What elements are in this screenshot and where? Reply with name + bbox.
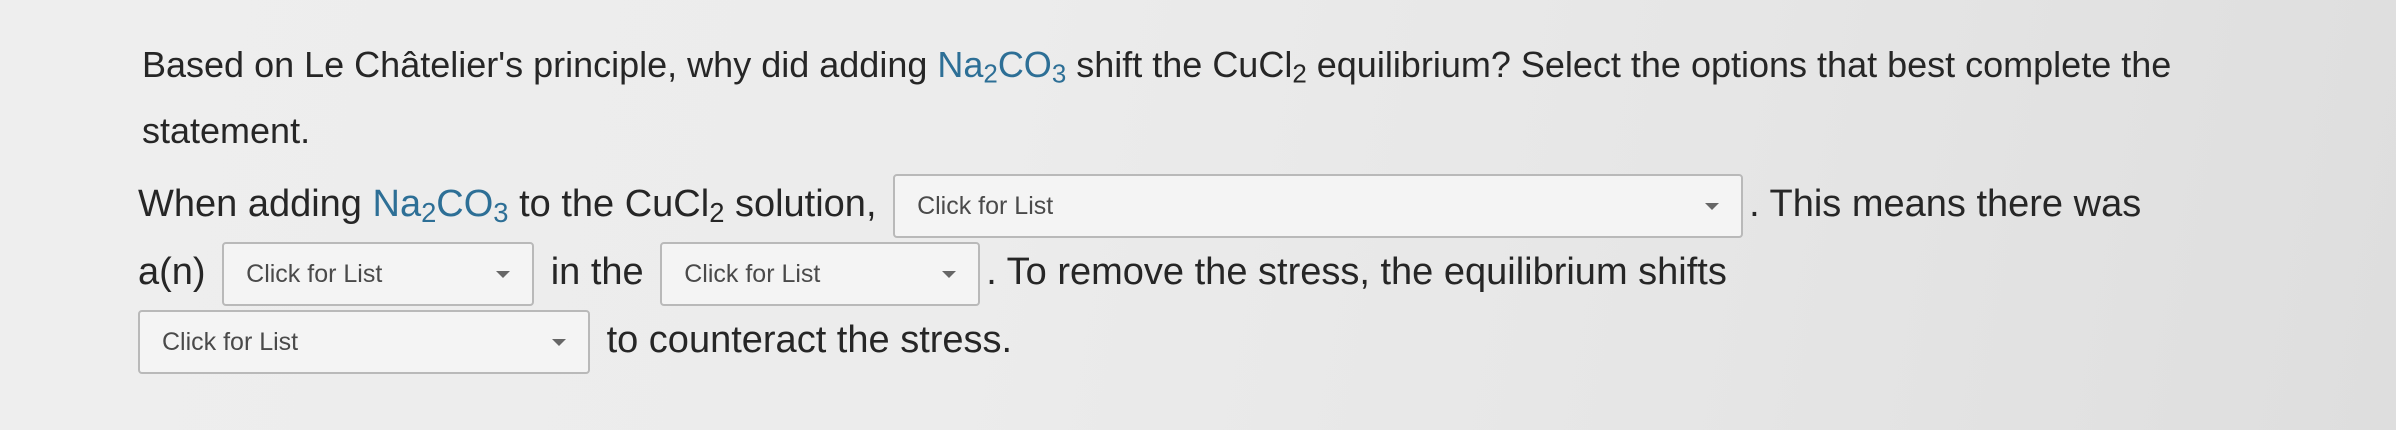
statement-line-1: When adding Na2CO3 to the CuCl2 solution… — [138, 170, 2358, 238]
dropdown-3-label: Click for List — [684, 259, 821, 288]
chem-formula-na2co3: Na2CO3 — [372, 183, 509, 229]
dropdown-2[interactable]: Click for List — [222, 241, 535, 306]
chevron-down-icon — [552, 338, 566, 346]
statement-text-5: a(n) — [138, 251, 206, 293]
chem-formula-cucl2: CuCl2 — [1212, 44, 1307, 89]
dropdown-2-label: Click for List — [246, 259, 383, 288]
statement-text-3: solution, — [724, 183, 877, 225]
dropdown-4[interactable]: Click for List — [138, 309, 590, 374]
chem-formula-na2co3: Na2CO3 — [937, 44, 1067, 89]
statement-text-6: in the — [550, 251, 644, 293]
statement-text-7: . To remove the stress, the equilibrium … — [986, 251, 1727, 293]
chem-formula-cucl2: CuCl2 — [624, 183, 725, 229]
chevron-down-icon — [942, 270, 957, 278]
statement-text-4: . This means there was — [1749, 183, 2142, 225]
dropdown-3[interactable]: Click for List — [660, 241, 981, 306]
statement-text-1: When adding — [138, 183, 373, 225]
statement-line-2: a(n) Click for List in the Click for Lis… — [138, 238, 2358, 306]
question-text-2: shift the — [1066, 44, 1213, 85]
question-text-1: Based on Le Châtelier's principle, why d… — [142, 44, 938, 85]
dropdown-1-label: Click for List — [917, 191, 1054, 220]
statement-line-3: Click for List to counteract the stress. — [138, 306, 2358, 374]
dropdown-4-label: Click for List — [162, 327, 299, 356]
statement-text-2: to the — [508, 183, 625, 225]
chevron-down-icon — [1705, 202, 1720, 210]
question-prompt: Based on Le Châtelier's principle, why d… — [142, 32, 2222, 164]
fill-in-statement: When adding Na2CO3 to the CuCl2 solution… — [138, 170, 2358, 374]
dropdown-1[interactable]: Click for List — [893, 173, 1744, 238]
statement-text-8: to counteract the stress. — [606, 319, 1013, 361]
chevron-down-icon — [496, 270, 511, 278]
